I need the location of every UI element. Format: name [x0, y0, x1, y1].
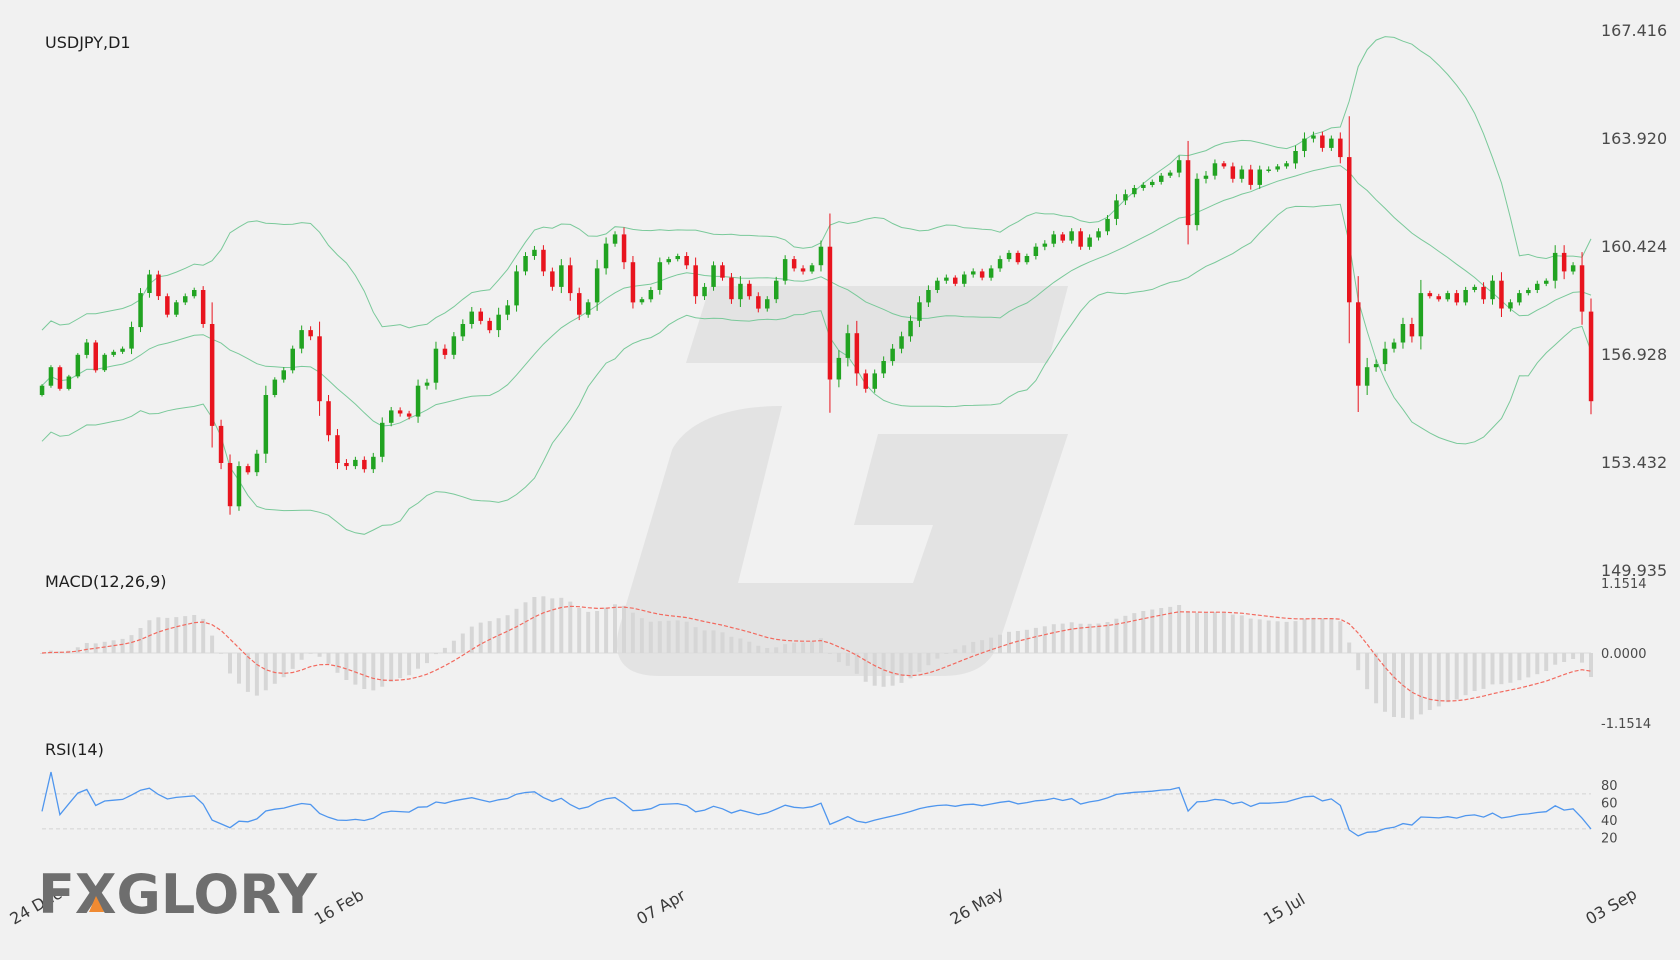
brand-logo: FXGLORY — [38, 863, 318, 926]
chart-window: USDJPY,D1 MACD(12,26,9) RSI(14) 167.416 163.… — [0, 0, 1680, 960]
logo-layer: FXGLORY — [38, 863, 318, 926]
